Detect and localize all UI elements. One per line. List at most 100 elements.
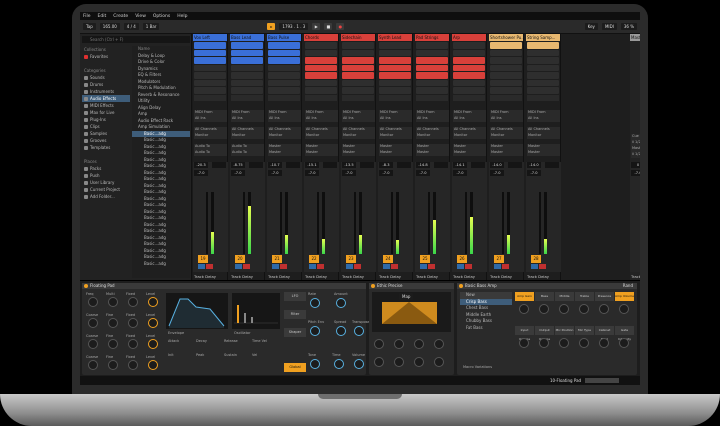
filter-section[interactable]: Filter <box>284 310 306 319</box>
shaper-section[interactable]: Shaper <box>284 328 306 337</box>
clip-slot[interactable] <box>490 72 522 79</box>
clip-slot[interactable] <box>231 72 263 79</box>
envelope-display[interactable] <box>166 293 228 329</box>
envelope-param[interactable]: Decay <box>196 339 207 343</box>
operator-knob[interactable] <box>88 318 98 328</box>
macro-label[interactable]: Gate Intensity <box>615 326 634 341</box>
arm-button[interactable] <box>317 264 324 269</box>
pan-readout[interactable]: -7.0 <box>527 170 541 176</box>
track-title[interactable]: Synth Lead <box>378 34 412 41</box>
envelope-param[interactable]: Attack <box>168 339 179 343</box>
track-delay-label[interactable]: Track Delay <box>342 274 364 279</box>
macro-label[interactable]: Presence <box>595 292 614 301</box>
clip-slot[interactable] <box>194 87 226 94</box>
operator-knob[interactable] <box>88 360 98 370</box>
track-activator[interactable]: 26 <box>457 255 467 263</box>
menu-help[interactable]: Help <box>177 14 187 19</box>
record-button[interactable]: ● <box>336 23 345 30</box>
clip-slot[interactable] <box>527 64 559 71</box>
clip-slot[interactable] <box>342 79 374 86</box>
macro-label[interactable]: Treble <box>575 292 594 301</box>
volume-readout[interactable]: -15.1 <box>305 162 319 168</box>
midi-from-select[interactable]: All Ins <box>527 116 560 122</box>
tempo-field[interactable]: 165.00 <box>99 23 120 30</box>
audio-to-select[interactable]: Master <box>342 150 375 156</box>
scene-launch[interactable]: Chopped Breaks7 <box>630 83 640 90</box>
time-signature[interactable]: 4 / 4 <box>123 23 139 30</box>
global-knob[interactable] <box>334 359 344 369</box>
track-delay-label[interactable]: Track Delay <box>631 274 640 279</box>
macro-knob[interactable] <box>619 338 629 348</box>
category-item[interactable]: Plug-Ins <box>82 116 130 123</box>
clip-slot[interactable] <box>490 64 522 71</box>
power-icon[interactable] <box>84 284 88 288</box>
envelope-param[interactable]: Release <box>224 339 238 343</box>
operator-knob[interactable] <box>148 339 158 349</box>
master-out-label[interactable]: Master Out <box>631 146 640 152</box>
master-volume[interactable]: 0 <box>631 162 640 168</box>
clip-slot[interactable] <box>379 64 411 71</box>
macro-label[interactable]: Amp Volume <box>615 292 634 301</box>
send-readout[interactable] <box>434 162 448 168</box>
volume-readout[interactable]: -10.7 <box>268 162 282 168</box>
clip-slot[interactable] <box>453 79 485 86</box>
clip-slot[interactable] <box>305 57 337 64</box>
global-knob[interactable] <box>336 326 346 336</box>
clip-slot[interactable] <box>194 79 226 86</box>
status-overview[interactable] <box>585 378 619 383</box>
status-track-name[interactable]: 10-Floating Pad <box>550 376 581 385</box>
macro-knob[interactable] <box>599 304 609 314</box>
device-title[interactable]: Basic Bass Amp Rand <box>457 283 637 289</box>
category-item[interactable]: Instruments <box>82 88 130 95</box>
place-item[interactable]: User Library <box>82 179 130 186</box>
category-item[interactable]: Clips <box>82 123 130 130</box>
category-item[interactable]: MIDI Effects <box>82 102 130 109</box>
category-item[interactable]: Templates <box>82 144 130 151</box>
operator-knob[interactable] <box>148 297 158 307</box>
clip-slot[interactable] <box>194 72 226 79</box>
macro-label[interactable]: Input Volume <box>515 326 534 341</box>
send-readout[interactable] <box>360 162 374 168</box>
place-item[interactable]: Packs <box>82 165 130 172</box>
arm-button[interactable] <box>354 264 361 269</box>
volume-fader[interactable] <box>502 192 504 254</box>
clip-slot[interactable] <box>416 64 448 71</box>
volume-readout[interactable]: -14.8 <box>416 162 430 168</box>
clip-stop-button[interactable] <box>194 94 226 101</box>
pan-readout[interactable]: -7.0 <box>268 170 282 176</box>
monitor-label[interactable]: Monitor <box>305 133 338 139</box>
midi-from-select[interactable]: All Ins <box>416 116 449 122</box>
monitor-label[interactable]: Monitor <box>453 133 486 139</box>
solo-button[interactable] <box>346 264 353 269</box>
macro-label[interactable]: Amp Gain <box>515 292 534 301</box>
macro-knob[interactable] <box>619 304 629 314</box>
clip-slot[interactable] <box>231 49 263 56</box>
clip-slot[interactable] <box>379 49 411 56</box>
track-title[interactable]: Bass Pulse <box>267 34 301 41</box>
track-title[interactable]: String Samp... <box>526 34 560 41</box>
clip-slot[interactable] <box>416 49 448 56</box>
volume-fader[interactable] <box>428 192 430 254</box>
operator-knob[interactable] <box>148 360 158 370</box>
envelope-param[interactable]: Sustain <box>224 353 237 357</box>
operator-knob[interactable] <box>128 297 138 307</box>
send-readout[interactable] <box>286 162 300 168</box>
track-delay-label[interactable]: Track Delay <box>194 274 216 279</box>
track-title[interactable]: Arp <box>452 34 486 41</box>
clip-slot[interactable] <box>305 42 337 49</box>
pan-readout[interactable]: -7.0 <box>342 170 356 176</box>
track-title[interactable]: Pad Strings <box>415 34 449 41</box>
macro-label[interactable]: Cabinet Dual <box>595 326 614 341</box>
solo-button[interactable] <box>235 264 242 269</box>
echo-mode[interactable]: Map <box>399 293 414 300</box>
clip-slot[interactable] <box>490 57 522 64</box>
clip-slot[interactable] <box>453 64 485 71</box>
audio-to-select[interactable]: Audio To <box>231 150 264 156</box>
send-readout[interactable] <box>397 162 411 168</box>
monitor-label[interactable]: Monitor <box>490 133 523 139</box>
send-readout[interactable] <box>212 162 226 168</box>
envelope-param[interactable]: Init <box>168 353 174 357</box>
clip-slot[interactable] <box>527 72 559 79</box>
operator-knob[interactable] <box>88 297 98 307</box>
rack-chain[interactable]: Fat Bass <box>460 325 512 332</box>
